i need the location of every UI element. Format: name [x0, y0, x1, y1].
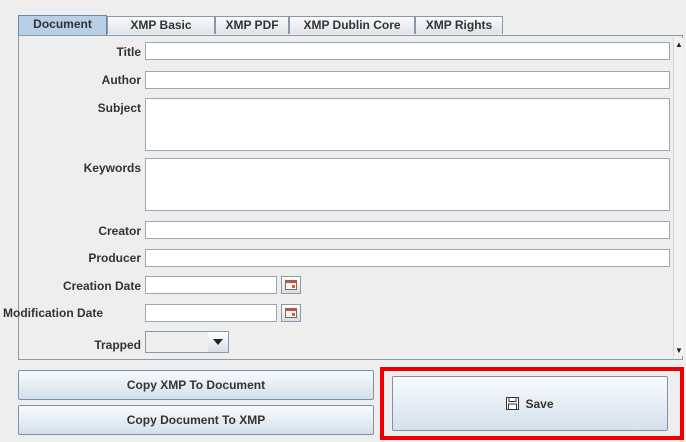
title-field[interactable]	[145, 42, 670, 60]
producer-field[interactable]	[145, 249, 670, 267]
tab-xmp-dublin-core[interactable]: XMP Dublin Core	[289, 16, 415, 34]
tab-xmp-pdf[interactable]: XMP PDF	[215, 16, 289, 34]
tab-xmp-rights[interactable]: XMP Rights	[415, 16, 503, 34]
vertical-scrollbar[interactable]: ▲ ▼	[673, 38, 684, 356]
trapped-select[interactable]	[145, 331, 229, 353]
trapped-label: Trapped	[94, 338, 141, 352]
copy-xmp-to-document-label: Copy XMP To Document	[126, 378, 266, 392]
tab-document[interactable]: Document	[18, 15, 107, 35]
subject-label: Subject	[97, 101, 141, 115]
calendar-icon	[285, 308, 297, 318]
title-label: Title	[116, 45, 141, 59]
modification-date-picker-button[interactable]	[281, 304, 301, 322]
calendar-icon	[285, 280, 297, 290]
keywords-label: Keywords	[83, 161, 141, 175]
scroll-down-arrow-icon[interactable]: ▼	[674, 344, 684, 356]
creation-date-label: Creation Date	[62, 279, 141, 293]
trapped-dropdown-button[interactable]	[208, 332, 228, 352]
copy-xmp-to-document-button[interactable]: Copy XMP To Document	[18, 370, 374, 400]
save-highlight-box	[380, 367, 684, 440]
creator-label: Creator	[98, 224, 141, 238]
producer-label: Producer	[88, 251, 141, 265]
scroll-up-arrow-icon[interactable]: ▲	[674, 38, 684, 50]
copy-document-to-xmp-label: Copy Document To XMP	[126, 413, 266, 427]
copy-document-to-xmp-button[interactable]: Copy Document To XMP	[18, 405, 374, 435]
author-field[interactable]	[145, 71, 670, 89]
keywords-field[interactable]	[145, 158, 670, 211]
xmp-metadata-editor: Document XMP Basic XMP PDF XMP Dublin Co…	[0, 0, 686, 442]
modification-date-label: Modification Date	[3, 306, 104, 320]
tab-xmp-basic[interactable]: XMP Basic	[107, 16, 215, 34]
creation-date-picker-button[interactable]	[281, 276, 301, 294]
chevron-down-icon	[213, 339, 223, 345]
modification-date-field[interactable]	[145, 304, 277, 322]
trapped-value	[146, 332, 209, 352]
creation-date-field[interactable]	[145, 276, 277, 294]
author-label: Author	[101, 73, 141, 87]
creator-field[interactable]	[145, 221, 670, 239]
subject-field[interactable]	[145, 98, 670, 151]
